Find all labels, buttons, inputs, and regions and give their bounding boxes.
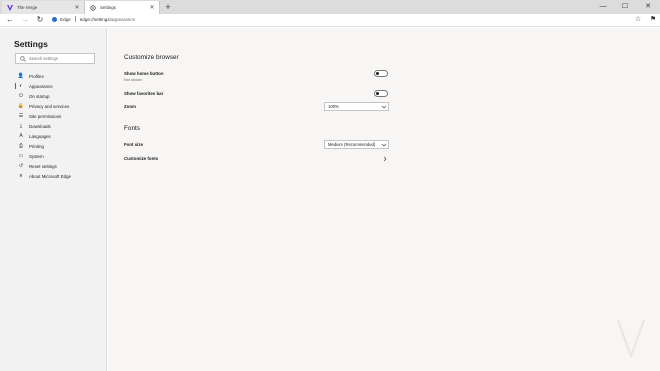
- person-icon: 👤: [17, 73, 25, 79]
- gear-icon: [90, 4, 96, 11]
- url-scheme: edge://: [79, 16, 94, 22]
- verge-watermark-icon: [617, 319, 645, 358]
- tab-title: The Verge: [17, 5, 38, 10]
- zoom-value: 100%: [328, 104, 339, 109]
- favorites-bar-label: Show favorites bar: [124, 91, 164, 96]
- sidebar-item-profiles[interactable]: 👤 Profiles: [15, 71, 105, 81]
- sidebar-item-site-permissions[interactable]: ☰ Site permissions: [15, 111, 105, 121]
- reset-icon: ↺: [18, 163, 24, 169]
- sidebar-item-downloads[interactable]: ⤓ Downloads: [15, 121, 105, 131]
- home-button-toggle[interactable]: [374, 70, 388, 77]
- chevron-down-icon: [380, 104, 388, 110]
- sidebar-item-appearance[interactable]: ◐ Appearance: [15, 81, 105, 91]
- home-button-status: Not shown: [124, 78, 142, 82]
- url-path-rest: /appearance: [109, 16, 136, 22]
- url-path-bold: settings: [93, 16, 110, 22]
- section-title-fonts: Fonts: [124, 125, 140, 132]
- maximize-button[interactable]: ☐: [614, 0, 636, 14]
- close-tab-icon[interactable]: ✕: [73, 4, 81, 12]
- search-input[interactable]: [29, 56, 89, 61]
- system-icon: ▭: [18, 153, 24, 159]
- address-separator: [74, 16, 76, 22]
- sidebar-item-label: Appearance: [29, 83, 53, 89]
- sidebar-item-about[interactable]: e About Microsoft Edge: [15, 171, 105, 181]
- close-tab-icon[interactable]: ✕: [148, 4, 156, 12]
- sidebar-item-label: Site permissions: [29, 113, 62, 119]
- address-bar[interactable]: Edge edge:// settings /appearance: [52, 16, 135, 22]
- sidebar-item-label: On startup: [29, 93, 50, 99]
- font-size-select[interactable]: Medium (Recommended): [324, 140, 389, 149]
- edge-logo-icon: [52, 16, 57, 22]
- search-box[interactable]: [15, 53, 95, 64]
- languages-icon: A: [19, 133, 23, 139]
- address-toolbar: ← → ↻ Edge edge:// settings /appearance …: [0, 14, 660, 27]
- printer-icon: ⎙: [18, 143, 23, 149]
- lock-icon: 🔒: [17, 103, 25, 109]
- sidebar-item-on-startup[interactable]: ⏻ On startup: [15, 91, 105, 101]
- sidebar-item-privacy[interactable]: 🔒 Privacy and services: [15, 101, 105, 111]
- favorite-star-icon[interactable]: ☆: [633, 15, 643, 25]
- download-icon: ⤓: [19, 123, 23, 129]
- tab-settings[interactable]: Settings ✕: [84, 1, 160, 14]
- verge-icon: [7, 4, 13, 11]
- customize-fonts-label[interactable]: Customize fonts: [124, 156, 158, 161]
- tab-title: Settings: [100, 5, 116, 10]
- extension-icon[interactable]: ⚑: [648, 15, 658, 25]
- sidebar-item-label: Printing: [29, 143, 44, 149]
- back-button[interactable]: ←: [5, 15, 15, 25]
- sidebar-item-system[interactable]: ▭ System: [15, 151, 105, 161]
- settings-sidebar: Settings 👤 Profiles ◐ Appearance ⏻ On start…: [0, 28, 107, 371]
- zoom-label: Zoom: [124, 104, 136, 109]
- sidebar-item-label: Reset settings: [29, 163, 57, 169]
- settings-nav: 👤 Profiles ◐ Appearance ⏻ On startup 🔒 Priva…: [15, 71, 105, 181]
- forward-button[interactable]: →: [20, 15, 30, 25]
- tab-the-verge[interactable]: The Verge ✕: [2, 1, 84, 14]
- appearance-icon: ◐: [19, 83, 23, 89]
- chevron-right-icon[interactable]: [382, 156, 388, 162]
- sidebar-item-languages[interactable]: A Languages: [15, 131, 105, 141]
- font-size-value: Medium (Recommended): [328, 142, 376, 147]
- sidebar-item-label: Downloads: [29, 123, 51, 129]
- refresh-button[interactable]: ↻: [35, 15, 45, 25]
- edge-logo-icon: e: [19, 173, 23, 179]
- settings-content: Customize browser Show home button Not s…: [108, 28, 660, 371]
- home-button-label: Show home button: [124, 71, 164, 76]
- sidebar-item-label: System: [29, 153, 44, 159]
- sidebar-item-label: Profiles: [29, 73, 44, 79]
- favorites-bar-toggle[interactable]: [374, 90, 388, 97]
- section-title-customize: Customize browser: [124, 54, 179, 61]
- sidebar-item-reset[interactable]: ↺ Reset settings: [15, 161, 105, 171]
- chevron-down-icon: [380, 142, 388, 148]
- sidebar-item-label: Languages: [29, 133, 51, 139]
- minimize-button[interactable]: —: [592, 0, 614, 14]
- zoom-select[interactable]: 100%: [324, 102, 389, 111]
- sidebar-item-label: Privacy and services: [29, 103, 70, 109]
- permissions-icon: ☰: [18, 113, 24, 119]
- site-identity[interactable]: Edge: [60, 17, 71, 22]
- window-close-button[interactable]: ✕: [637, 0, 659, 14]
- toggle-knob: [376, 92, 379, 95]
- sidebar-item-label: About Microsoft Edge: [29, 173, 71, 179]
- power-icon: ⏻: [19, 93, 23, 99]
- font-size-label: Font size: [124, 142, 144, 147]
- toggle-knob: [376, 72, 379, 75]
- search-icon: [20, 55, 26, 62]
- tab-strip: The Verge ✕ Settings ✕ + — ☐ ✕: [0, 0, 660, 14]
- sidebar-title: Settings: [14, 39, 48, 49]
- new-tab-button[interactable]: +: [163, 2, 173, 12]
- sidebar-item-printing[interactable]: ⎙ Printing: [15, 141, 105, 151]
